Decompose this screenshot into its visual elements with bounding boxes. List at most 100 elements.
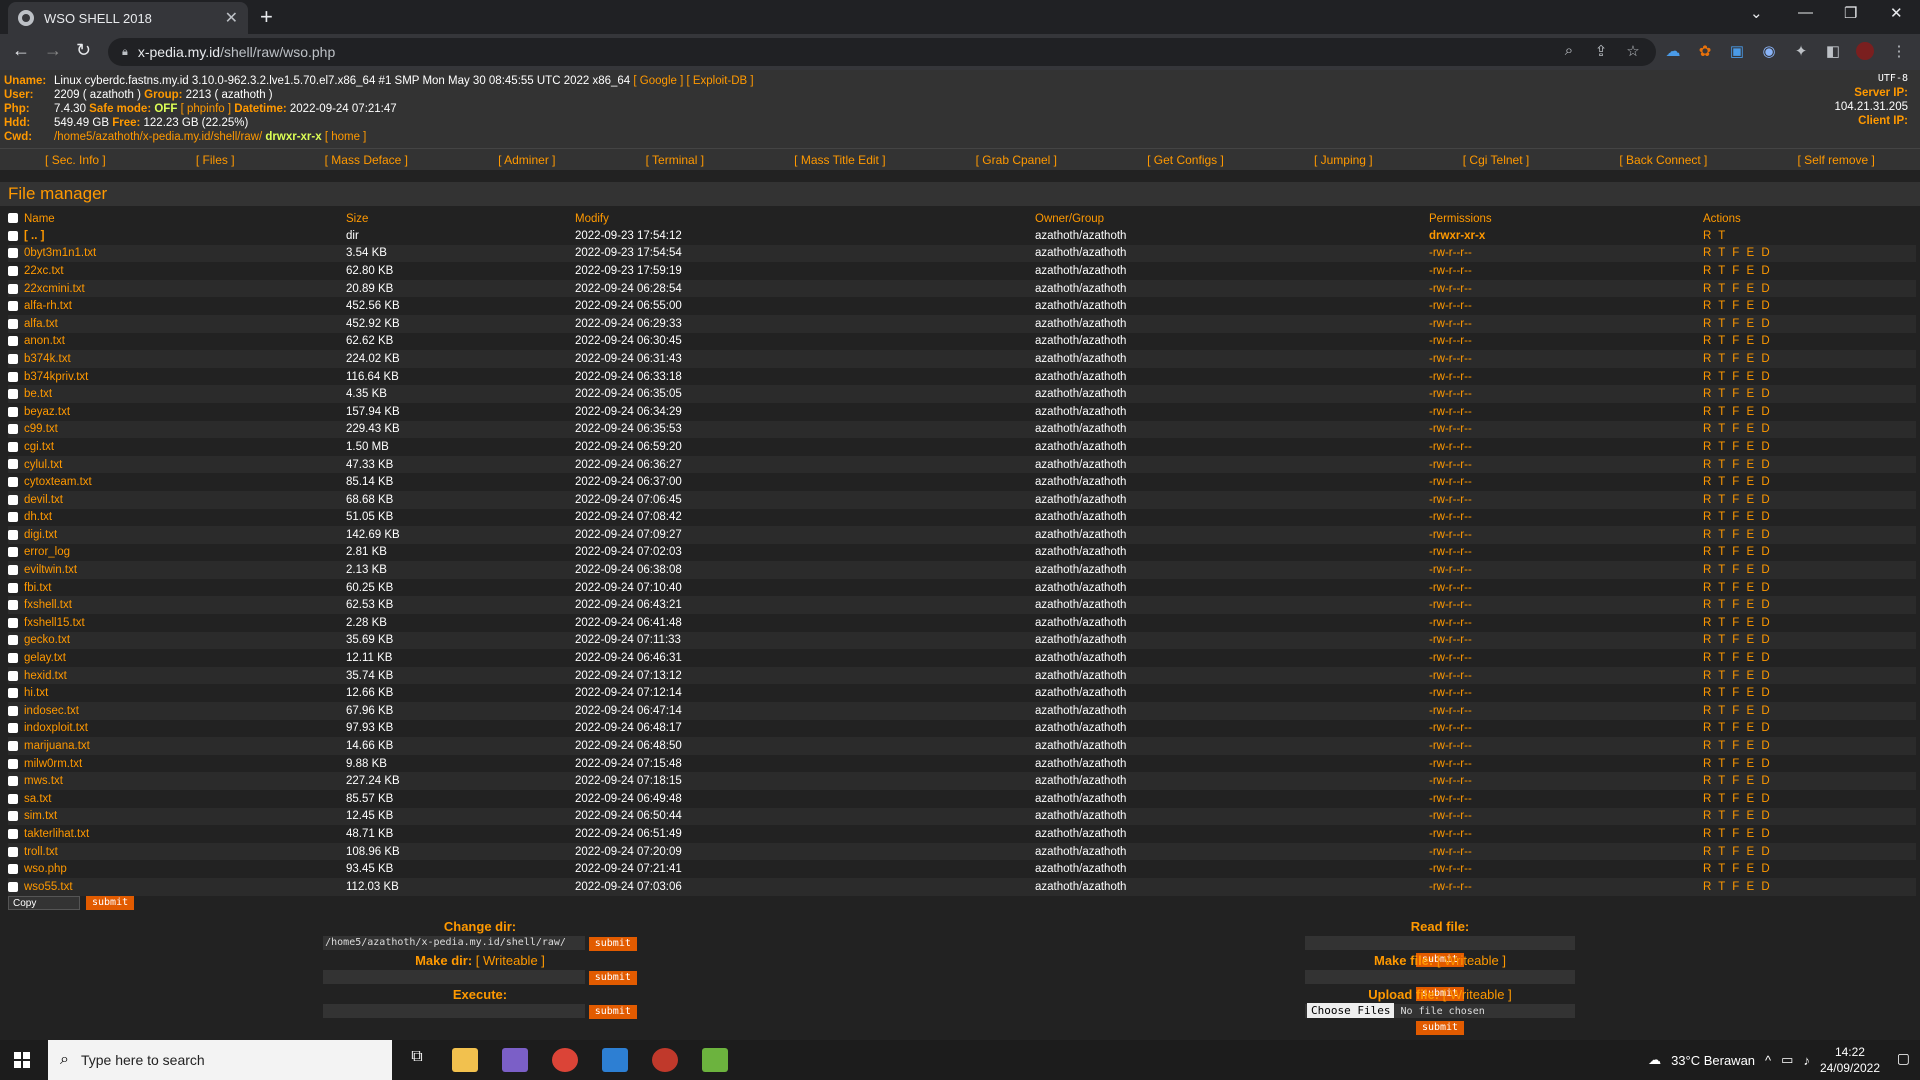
file-name[interactable]: anon.txt <box>24 335 65 347</box>
file-actions[interactable]: R T F E D <box>1703 511 1772 523</box>
window-close-icon[interactable]: ✕ <box>1890 4 1903 22</box>
zoom-icon[interactable]: ⌕ <box>1560 42 1578 60</box>
file-permissions[interactable]: -rw-r--r-- <box>1429 300 1472 312</box>
execute-submit[interactable]: submit <box>588 1005 637 1019</box>
row-checkbox[interactable] <box>8 459 18 470</box>
file-actions[interactable]: R T F E D <box>1703 652 1772 664</box>
reload-icon[interactable]: ↻ <box>76 40 91 61</box>
row-checkbox[interactable] <box>8 265 18 276</box>
menu-grab-cpanel[interactable]: [ Grab Cpanel ] <box>976 153 1057 167</box>
row-checkbox[interactable] <box>8 353 18 364</box>
file-actions[interactable]: R T F E D <box>1703 529 1772 541</box>
row-checkbox[interactable] <box>8 582 18 593</box>
row-checkbox[interactable] <box>8 248 18 259</box>
file-explorer-icon[interactable] <box>452 1048 478 1072</box>
file-actions[interactable]: R T F E D <box>1703 494 1772 506</box>
row-checkbox[interactable] <box>8 565 18 576</box>
file-name[interactable]: 0byt3m1n1.txt <box>24 247 96 259</box>
menu-terminal[interactable]: [ Terminal ] <box>646 153 704 167</box>
file-name[interactable]: marijuana.txt <box>24 740 90 752</box>
file-actions[interactable]: R T F E D <box>1703 775 1772 787</box>
row-checkbox[interactable] <box>8 406 18 417</box>
file-name[interactable]: milw0rm.txt <box>24 758 82 770</box>
file-name[interactable]: beyaz.txt <box>24 406 70 418</box>
chrome-active-icon[interactable] <box>652 1048 678 1072</box>
file-permissions[interactable]: -rw-r--r-- <box>1429 511 1472 523</box>
row-checkbox[interactable] <box>8 864 18 875</box>
make-dir-input[interactable] <box>323 969 586 984</box>
chrome-icon[interactable] <box>552 1048 578 1072</box>
read-file-input[interactable] <box>1305 935 1575 950</box>
file-actions[interactable]: R T F E D <box>1703 670 1772 682</box>
row-checkbox[interactable] <box>8 758 18 769</box>
file-actions[interactable]: R T F E D <box>1703 722 1772 734</box>
row-checkbox[interactable] <box>8 600 18 611</box>
file-actions[interactable]: R T F E D <box>1703 441 1772 453</box>
file-permissions[interactable]: -rw-r--r-- <box>1429 582 1472 594</box>
file-name[interactable]: devil.txt <box>24 494 63 506</box>
row-checkbox[interactable] <box>8 705 18 716</box>
file-permissions[interactable]: -rw-r--r-- <box>1429 406 1472 418</box>
file-actions[interactable]: R T F E D <box>1703 300 1772 312</box>
file-actions[interactable]: R T F E D <box>1703 846 1772 858</box>
row-checkbox[interactable] <box>8 318 18 329</box>
file-actions[interactable]: R T <box>1703 230 1727 242</box>
file-permissions[interactable]: -rw-r--r-- <box>1429 494 1472 506</box>
file-name[interactable]: cylul.txt <box>24 459 62 471</box>
close-icon[interactable]: ✕ <box>225 8 238 28</box>
minimize-icon[interactable]: — <box>1798 4 1813 21</box>
menu-jumping[interactable]: [ Jumping ] <box>1314 153 1373 167</box>
file-permissions[interactable]: -rw-r--r-- <box>1429 617 1472 629</box>
file-permissions[interactable]: -rw-r--r-- <box>1429 740 1472 752</box>
file-name[interactable]: b374kpriv.txt <box>24 371 88 383</box>
row-checkbox[interactable] <box>8 512 18 523</box>
lock-icon[interactable]: 🔒︎ <box>122 46 128 59</box>
file-name[interactable]: sa.txt <box>24 793 51 805</box>
taskbar-search[interactable]: ⌕ Type here to search <box>48 1040 392 1080</box>
file-permissions[interactable]: -rw-r--r-- <box>1429 846 1472 858</box>
file-name[interactable]: eviltwin.txt <box>24 564 77 576</box>
file-permissions[interactable]: -rw-r--r-- <box>1429 283 1472 295</box>
row-checkbox[interactable] <box>8 230 18 241</box>
execute-input[interactable] <box>323 1003 586 1018</box>
file-name[interactable]: hi.txt <box>24 687 48 699</box>
file-name[interactable]: dh.txt <box>24 511 52 523</box>
task-view-icon[interactable]: ⧉ <box>404 1048 430 1072</box>
row-checkbox[interactable] <box>8 881 18 892</box>
file-permissions[interactable]: -rw-r--r-- <box>1429 793 1472 805</box>
file-permissions[interactable]: -rw-r--r-- <box>1429 441 1472 453</box>
file-name[interactable]: wso.php <box>24 863 67 875</box>
file-name[interactable]: indoxploit.txt <box>24 722 88 734</box>
menu-self-remove[interactable]: [ Self remove ] <box>1798 153 1875 167</box>
notification-icon[interactable]: ▢ <box>1897 1050 1910 1067</box>
row-checkbox[interactable] <box>8 688 18 699</box>
extension-icon[interactable]: ◉ <box>1760 42 1778 60</box>
row-checkbox[interactable] <box>8 617 18 628</box>
row-checkbox[interactable] <box>8 371 18 382</box>
column-header[interactable]: Name <box>24 213 55 225</box>
file-actions[interactable]: R T F E D <box>1703 335 1772 347</box>
file-actions[interactable]: R T F E D <box>1703 247 1772 259</box>
file-name[interactable]: gelay.txt <box>24 652 66 664</box>
forward-icon[interactable]: → <box>44 40 62 61</box>
windows-start-icon[interactable] <box>14 1052 30 1068</box>
change-dir-submit[interactable]: submit <box>588 937 637 951</box>
column-header[interactable]: Owner/Group <box>1035 210 1429 227</box>
file-permissions[interactable]: -rw-r--r-- <box>1429 722 1472 734</box>
row-checkbox[interactable] <box>8 529 18 540</box>
phpinfo-link[interactable]: [ phpinfo ] <box>181 103 232 115</box>
row-checkbox[interactable] <box>8 635 18 646</box>
row-checkbox[interactable] <box>8 828 18 839</box>
file-actions[interactable]: R T F E D <box>1703 564 1772 576</box>
browser-tab[interactable]: WSO SHELL 2018 ✕ <box>8 2 248 34</box>
select-all-checkbox[interactable] <box>8 213 18 224</box>
file-name[interactable]: sim.txt <box>24 810 57 822</box>
file-permissions[interactable]: -rw-r--r-- <box>1429 335 1472 347</box>
file-permissions[interactable]: -rw-r--r-- <box>1429 775 1472 787</box>
file-actions[interactable]: R T F E D <box>1703 582 1772 594</box>
choose-files-button[interactable]: Choose Files <box>1307 1002 1395 1018</box>
file-name[interactable]: fbi.txt <box>24 582 51 594</box>
menu-mass-title-edit[interactable]: [ Mass Title Edit ] <box>794 153 885 167</box>
file-permissions[interactable]: -rw-r--r-- <box>1429 546 1472 558</box>
file-permissions[interactable]: -rw-r--r-- <box>1429 388 1472 400</box>
